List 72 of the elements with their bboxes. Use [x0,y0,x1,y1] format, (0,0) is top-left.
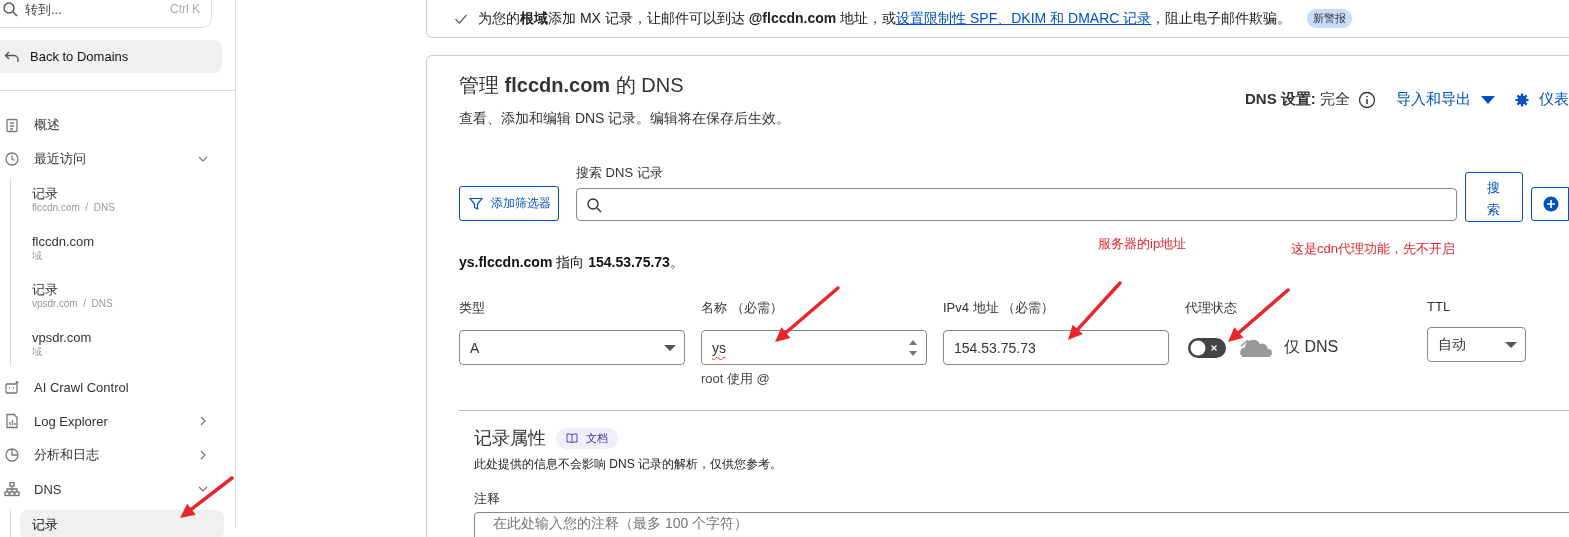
sidebar-item[interactable]: 最近访问 [0,142,235,176]
sidebar-item[interactable]: AI Crawl Control [0,370,235,404]
sidebar-subitem[interactable]: vpsdr.com 域 [20,322,224,366]
field-label: 类型 [459,299,486,317]
sidebar-item[interactable]: DNS [0,472,235,506]
annotation-text: 这是cdn代理功能，先不开启 [1291,240,1455,258]
search-field[interactable] [576,188,1457,221]
field-label: 注释 [474,490,501,508]
dashboard-link[interactable]: 仪表 [1515,90,1569,109]
sidebar-item[interactable]: 分析和日志 [0,438,235,472]
name-field[interactable]: ys [701,330,927,365]
add-filter-button[interactable]: 添加筛选器 [459,186,559,221]
book-icon [566,432,578,444]
sidebar-subitem[interactable]: 记录 vpsdr.com / DNS [20,274,224,318]
subitem-title: 记录 [32,186,59,202]
toggle-off-icon[interactable] [1188,337,1226,358]
docs-link[interactable]: 文档 [556,427,618,449]
caret-down-icon [664,344,676,351]
checkmark-icon [454,12,468,25]
info-icon [1358,90,1376,109]
caret-down-icon [1505,341,1517,348]
subitem-caption: 域 [32,250,43,262]
section-title: 记录属性 [474,427,546,450]
back-button[interactable]: Back to Domains [0,40,222,73]
link[interactable]: 设置限制性 SPF、DKIM 和 DMARC 记录 [896,9,1152,26]
field-label: 搜索 DNS 记录 [576,164,664,182]
select-field[interactable]: 自动 [1427,327,1526,362]
alert-message: 为您的根域添加 MX 记录，让邮件可以到达 @flccdn.com 地址，或设置限制性 SPF、DKIM 和 DMARC 记录，阻止电子邮件欺骗。 [478,9,1292,28]
subitem-title: flccdn.com [32,234,96,250]
settings-icon [1515,92,1529,107]
sidebar-item[interactable]: Log Explorer [0,404,235,438]
pie-chart-icon [4,447,20,463]
network-icon [4,481,20,497]
subitem-title: 记录 [32,282,59,298]
subitem-caption: 域 [32,346,43,358]
robot-icon [4,379,20,395]
field-label: IPv4 地址 （必需） [943,299,1056,317]
ip-address-field[interactable]: 154.53.75.73 [943,330,1169,365]
subitem-caption: flccdn.com / DNS [32,202,116,214]
search-icon [2,1,18,17]
import-export-menu[interactable]: 导入和导出 [1396,90,1495,109]
annotation-text: 服务器的ip地址 [1098,235,1187,253]
add-record-button[interactable] [1530,187,1569,221]
record-summary: ys.flccdn.com 指向 154.53.75.73。 [459,254,684,272]
card-title: 管理 flccdn.com 的 DNS [459,73,685,98]
caret-down-icon [1481,95,1495,104]
select-field[interactable]: A [459,330,685,365]
history-icon [4,151,20,167]
new-alert-badge: 新警报 [1307,9,1353,28]
sidebar-subitem[interactable]: 记录 [20,510,224,537]
section-description: 此处提供的信息不会影响 DNS 记录的解析，仅供您参考。 [474,456,783,473]
sidebar-subitem[interactable]: flccdn.com 域 [20,226,224,270]
plus-circle-icon [1542,196,1559,212]
subitem-caption: vpsdr.com / DNS [32,298,114,310]
document-chart-icon [4,413,20,429]
shortcut-label: Ctrl K [170,2,200,16]
field-label: 名称 （必需） [701,299,784,317]
comment-field[interactable]: 在此处输入您的注释（最多 100 个字符） [474,512,1569,537]
card-subtitle: 查看、添加和编辑 DNS 记录。编辑将在保存后生效。 [459,110,791,128]
field-hint: root 使用 @ [701,370,771,388]
back-arrow-icon [4,49,20,64]
filter-icon [469,196,483,211]
subitem-title: vpsdr.com [32,330,93,346]
sidebar-item[interactable]: 概述 [0,108,235,142]
proxy-status-label: 仅 DNS [1284,337,1339,357]
search-button[interactable]: 搜索 [1465,172,1523,222]
dns-settings-label: DNS 设置: 完全 [1245,90,1350,109]
search-icon [586,197,602,213]
field-label: 代理状态 [1185,299,1238,317]
clipboard-icon [4,117,20,133]
sidebar-subitem[interactable]: 记录 flccdn.com / DNS [20,178,224,222]
field-label: TTL [1427,299,1452,314]
